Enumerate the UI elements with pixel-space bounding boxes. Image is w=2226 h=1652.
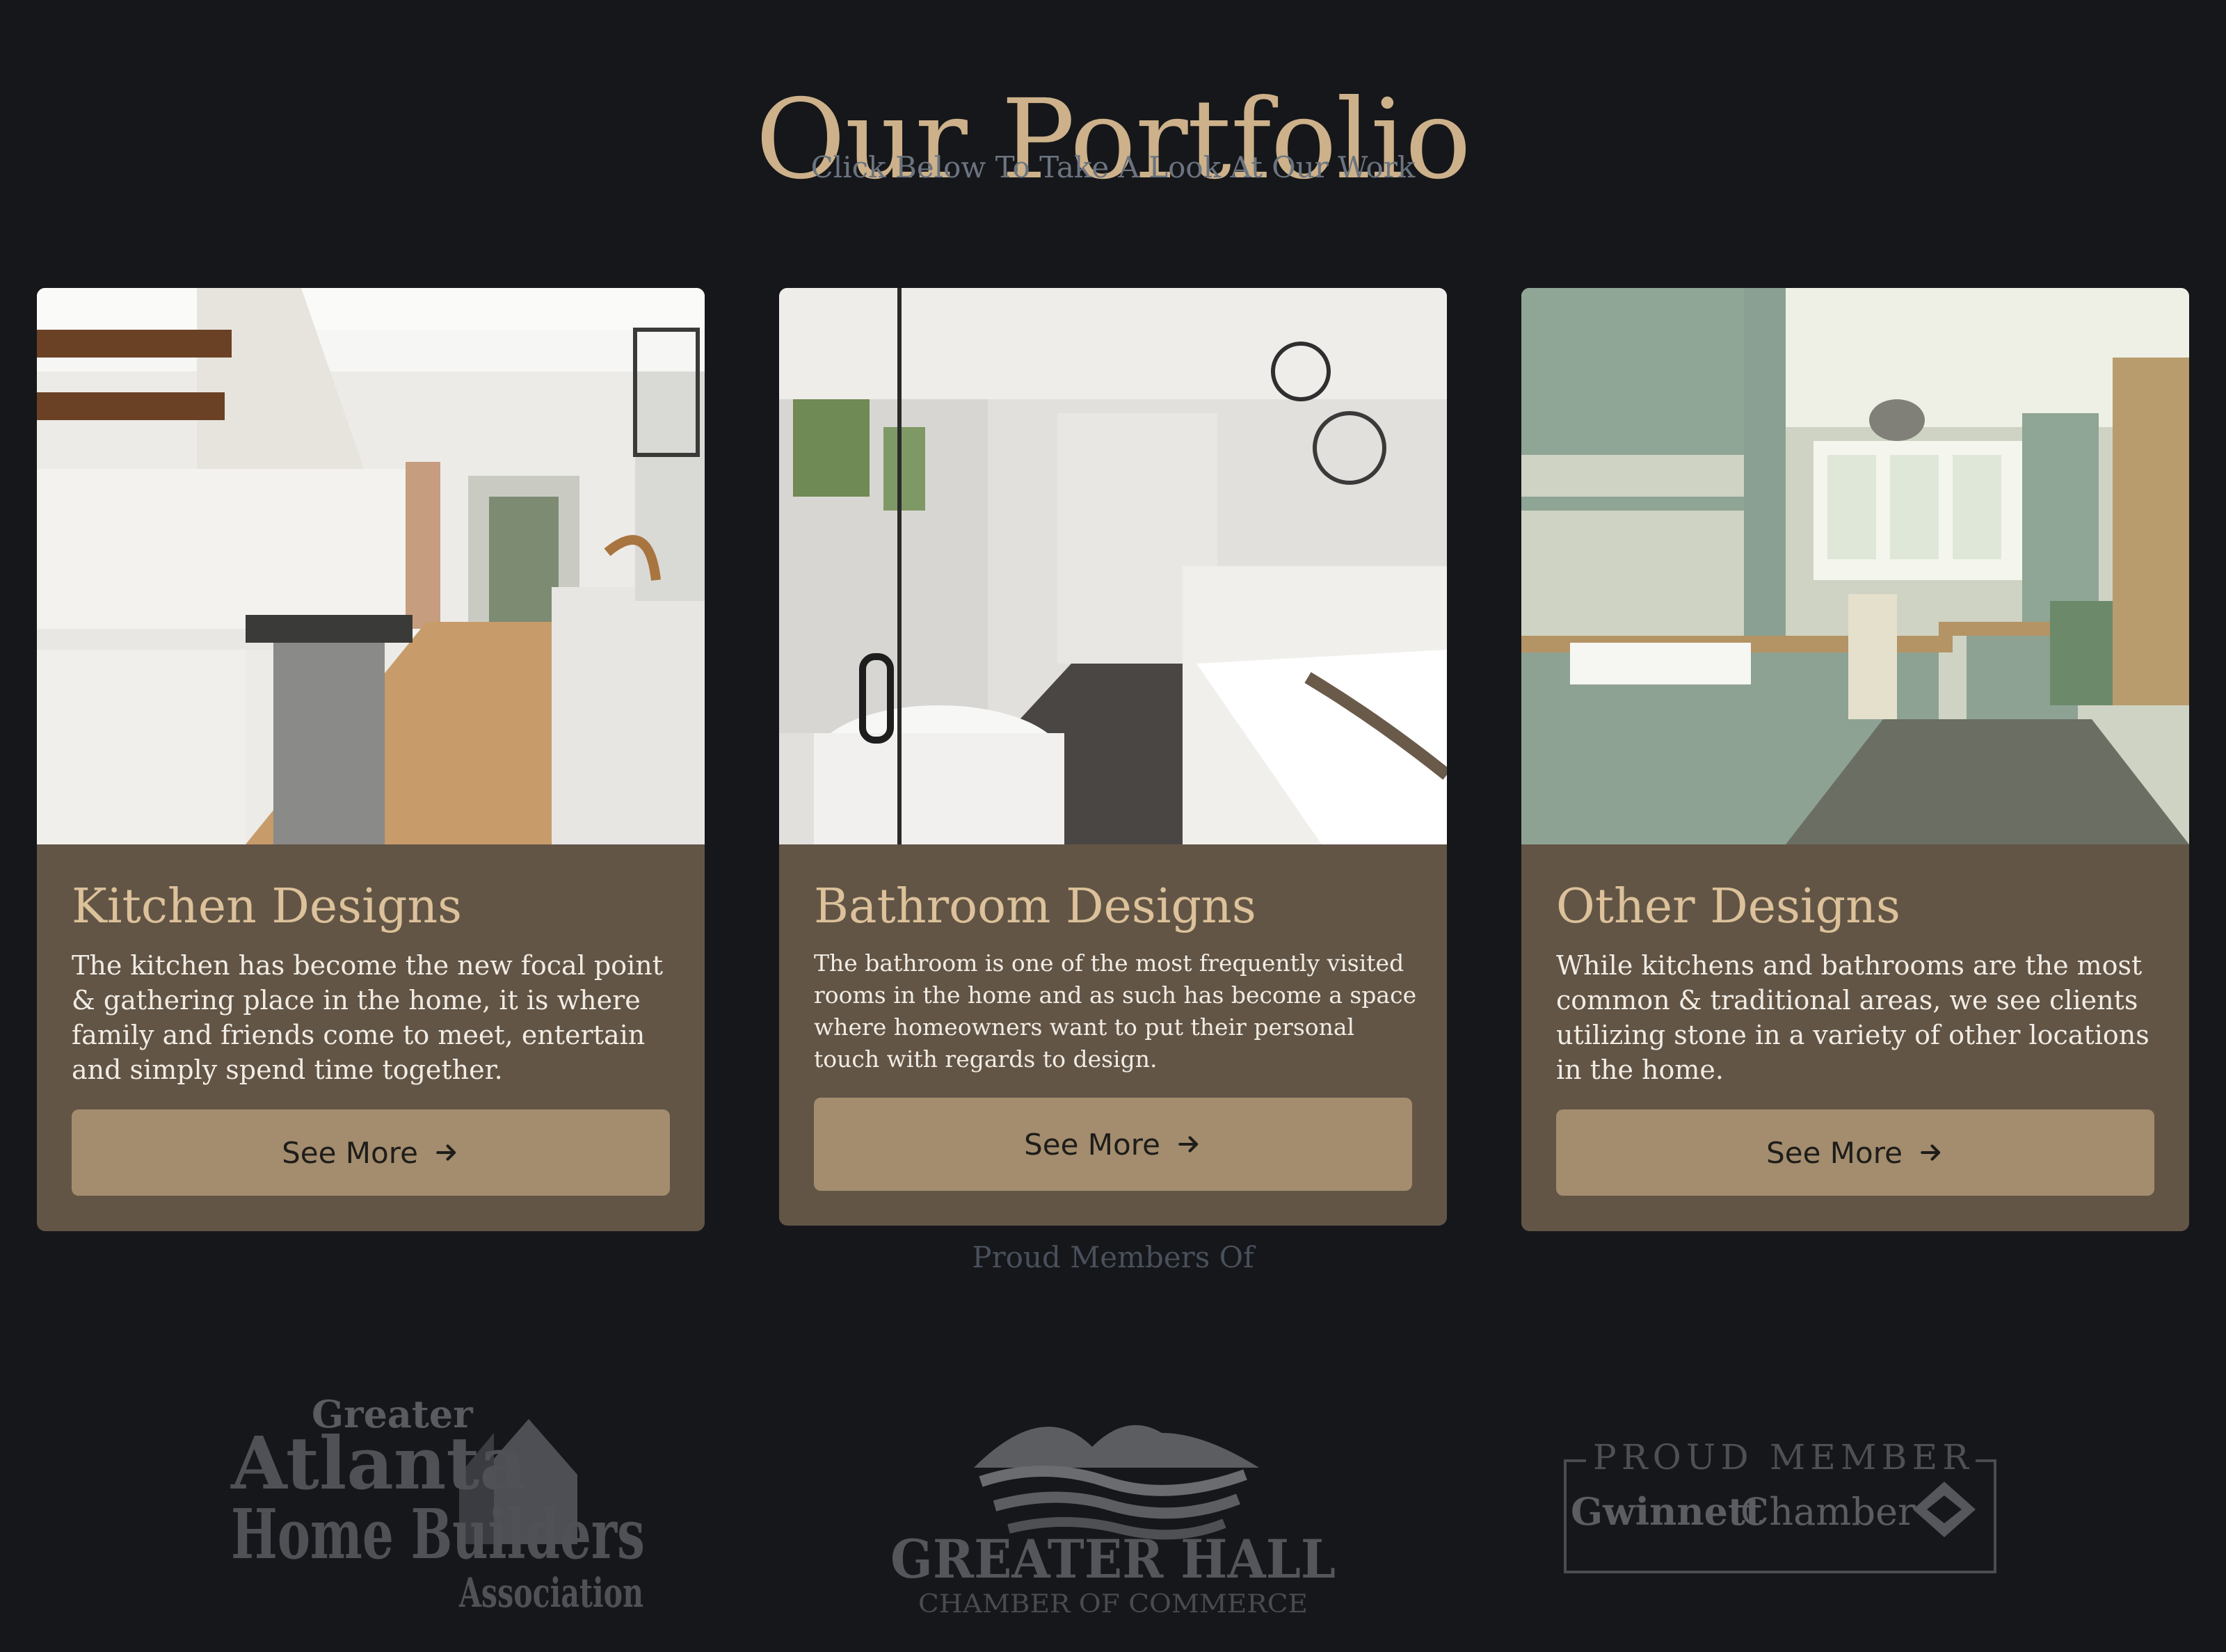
see-more-label: See More <box>1766 1135 1903 1170</box>
see-more-label: See More <box>282 1135 418 1170</box>
portfolio-card-bathroom: Bathroom Designs The bathroom is one of … <box>779 288 1447 1226</box>
hall-line-1: GREATER HALL <box>890 1528 1336 1590</box>
portfolio-card-other: Other Designs While kitchens and bathroo… <box>1521 288 2189 1231</box>
card-title: Bathroom Designs <box>814 879 1256 934</box>
ahba-logo[interactable]: Greater Atlanta Home Builders Associatio… <box>230 1391 654 1621</box>
card-title: Kitchen Designs <box>72 879 463 934</box>
ahba-line-3: Home Builders <box>231 1495 645 1575</box>
hall-line-2: CHAMBER OF COMMERCE <box>918 1590 1308 1619</box>
arrow-right-icon <box>1178 1136 1199 1153</box>
see-more-label: See More <box>1024 1127 1160 1162</box>
greater-hall-logo[interactable]: GREATER HALL CHAMBER OF COMMERCE <box>883 1391 1343 1621</box>
gwinnett-line-3: Chamber <box>1740 1490 1916 1534</box>
card-title: Other Designs <box>1556 879 1900 934</box>
bathroom-photo[interactable] <box>779 288 1447 844</box>
see-more-button[interactable]: See More <box>1556 1109 2154 1196</box>
members-heading: Proud Members Of <box>972 1240 1254 1274</box>
arrow-right-icon <box>436 1144 456 1161</box>
kitchen-photo[interactable] <box>37 288 705 844</box>
arrow-right-icon <box>1921 1144 1941 1161</box>
card-description: The kitchen has become the new focal poi… <box>72 950 664 1085</box>
ahba-line-2: Atlanta <box>230 1420 527 1506</box>
gwinnett-emblem-icon <box>1913 1482 1976 1537</box>
card-description: While kitchens and bathrooms are the mos… <box>1556 950 2149 1085</box>
page-subtitle: Click Below To Take A Look At Our Work <box>810 150 1416 184</box>
laundry-office-photo[interactable] <box>1521 288 2189 844</box>
ahba-line-4: Association <box>458 1569 643 1617</box>
see-more-button[interactable]: See More <box>814 1098 1412 1191</box>
portfolio-card-kitchen: Kitchen Designs The kitchen has become t… <box>37 288 705 1231</box>
card-description: The bathroom is one of the most frequent… <box>814 949 1417 1073</box>
gwinnett-logo[interactable]: PROUD MEMBER Gwinnett Chamber <box>1558 1433 2003 1586</box>
see-more-button[interactable]: See More <box>72 1109 670 1196</box>
gwinnett-line-2: Gwinnett <box>1571 1489 1763 1534</box>
